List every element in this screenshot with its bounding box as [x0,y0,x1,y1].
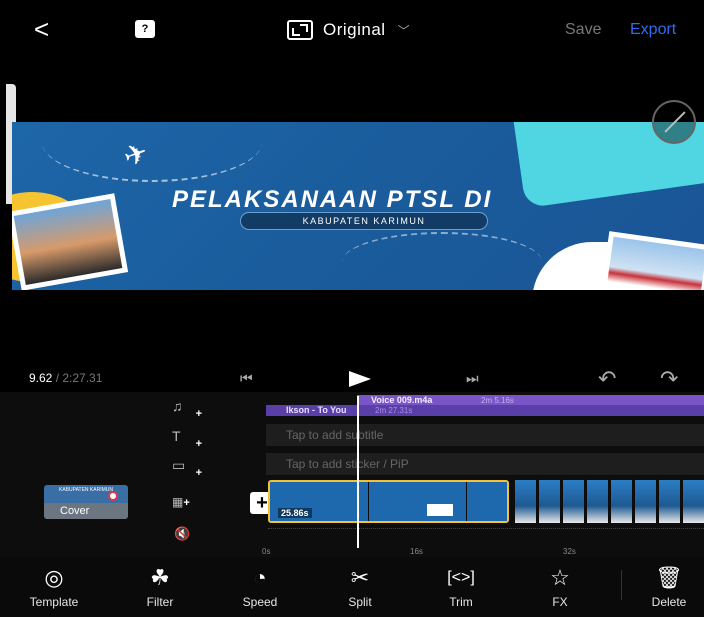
undo-icon[interactable]: ↶ [598,366,616,392]
clip-thumbnail [538,480,560,523]
clip-thumbnail [634,480,656,523]
help-icon[interactable]: ? [135,20,155,38]
preview-frame[interactable]: ✈ PELAKSANAAN PTSL DI KABUPATEN KARIMUN [12,122,704,290]
add-video-icon[interactable]: ▦+ [172,495,198,509]
decor-dashed-path [42,122,262,182]
add-music-icon[interactable]: ♫ + [172,398,202,420]
tool-label: Delete [651,595,687,609]
speed-button[interactable]: ◔ Speed [220,565,300,610]
aspect-ratio-label: Original [323,20,386,39]
delete-icon: 🗑 [655,565,683,590]
current-time: 9.62 [29,371,53,385]
ruler-mark: 0s [262,547,271,556]
save-button[interactable]: Save [565,21,601,39]
total-time: / 2:27.31 [52,371,103,385]
preview-subtitle: KABUPATEN KARIMUN [240,212,488,230]
add-sticker-icon[interactable]: ▭ + [172,457,202,479]
clip-thumbnail [562,480,584,523]
top-bar: < ? Original ﹀ Save Export [0,0,704,62]
aspect-ratio-selector[interactable]: Original ﹀ [287,19,410,41]
preview-title: PELAKSANAAN PTSL DI [172,186,493,213]
skip-end-icon[interactable]: ⏭ [466,370,479,387]
skip-start-icon[interactable]: ⏮ [240,370,253,387]
ruler-mark: 32s [563,547,576,556]
aspect-ratio-icon [287,20,313,40]
trim-icon: [<>] [447,569,475,586]
mute-icon[interactable]: 🔇 [174,526,190,542]
speed-icon: ◔ [253,565,267,590]
clip-thumbnail [658,480,680,523]
clip-thumbnail [466,482,507,521]
target-icon [108,491,118,501]
playhead[interactable] [357,396,359,548]
tool-label: FX [552,595,568,609]
clip-thumbnail [514,480,536,523]
clip-thumbnail [586,480,608,523]
clip-thumbnail [682,480,704,523]
adjust-handle-icon[interactable] [652,100,696,144]
timecode: 9.62 / 2:27.31 [29,371,102,385]
tool-label: Template [29,595,79,609]
sticker-lane[interactable]: Tap to add sticker / PiP [266,453,704,475]
clip-duration: 25.86s [278,508,312,518]
music-track-duration: 2m 27.31s [375,406,413,415]
trim-button[interactable]: [<>] Trim [421,566,501,609]
tool-label: Filter [146,595,174,609]
fx-button[interactable]: ☆ FX [520,565,600,610]
photo-thumbnail [12,193,129,290]
decor-dashed-path [342,232,542,290]
cover-label: Cover [44,503,128,519]
video-clip-selected[interactable]: 25.86s [268,480,509,523]
clip-thumbnail [610,480,632,523]
export-button[interactable]: Export [630,21,676,39]
time-ruler [268,528,704,538]
filter-icon: ☘ [150,565,170,590]
template-button[interactable]: ◎ Template [14,565,94,610]
back-icon[interactable]: < [34,14,58,44]
redo-icon[interactable]: ↷ [660,366,678,392]
ruler-mark: 16s [410,547,423,556]
filter-button[interactable]: ☘ Filter [120,565,200,610]
split-button[interactable]: ✂ Split [320,565,400,610]
chevron-down-icon: ﹀ [397,23,410,38]
tool-label: Speed [242,595,278,609]
video-clip[interactable] [514,480,704,523]
tool-label: Split [348,595,372,609]
subtitle-lane[interactable]: Tap to add subtitle [266,424,704,446]
delete-button[interactable]: 🗑 Delete [634,565,704,610]
split-icon: ✂ [350,565,370,590]
toolbar-divider [621,570,622,600]
fx-icon: ☆ [550,565,570,590]
tool-label: Trim [449,595,473,609]
cover-button[interactable]: KABUPATEN KARIMUN Cover [44,485,128,519]
photo-thumbnail [599,231,704,290]
clip-thumbnail [368,482,466,521]
add-text-icon[interactable]: T + [172,428,202,450]
template-icon: ◎ [44,565,64,590]
play-icon[interactable] [349,371,371,387]
video-clip-strip[interactable]: 25.86s [268,480,704,523]
music-track-name: Ikson - To You [286,405,347,415]
